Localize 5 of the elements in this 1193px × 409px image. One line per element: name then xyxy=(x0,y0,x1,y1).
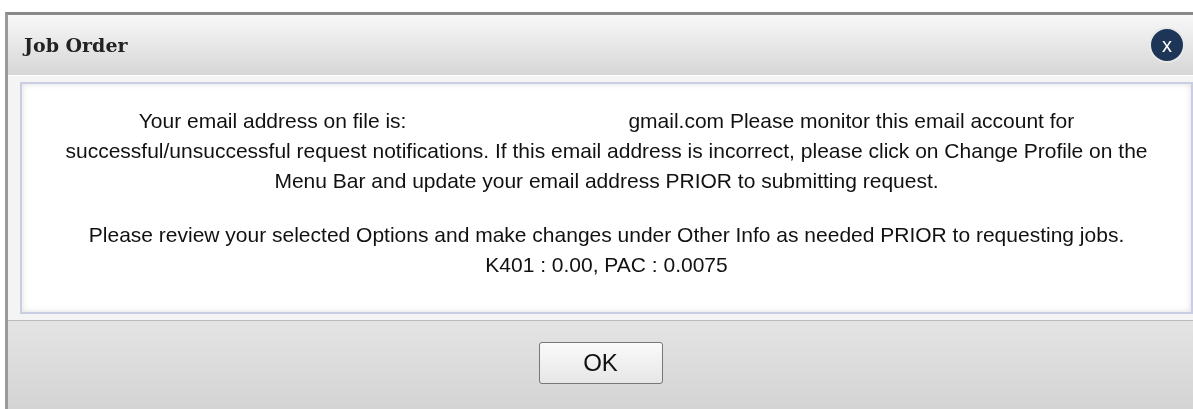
message-text: Please review your selected Options and make changes under Other Info as needed PRIOR to requesting jobs. K401 : 0.00, PAC : 0.0075 xyxy=(87,222,1126,278)
dialog-title: Job Order xyxy=(24,34,128,56)
ok-button[interactable]: OK xyxy=(538,342,663,384)
message-text: Your email address on file is: gmail.com Please monitor this email account for successful/unsuccessful request notifications. If this email address is incorrect, please click on Change Profile on the Menu Bar and update your email address PRIOR to submitting request. xyxy=(64,108,1149,194)
close-button[interactable]: x xyxy=(1149,27,1185,63)
